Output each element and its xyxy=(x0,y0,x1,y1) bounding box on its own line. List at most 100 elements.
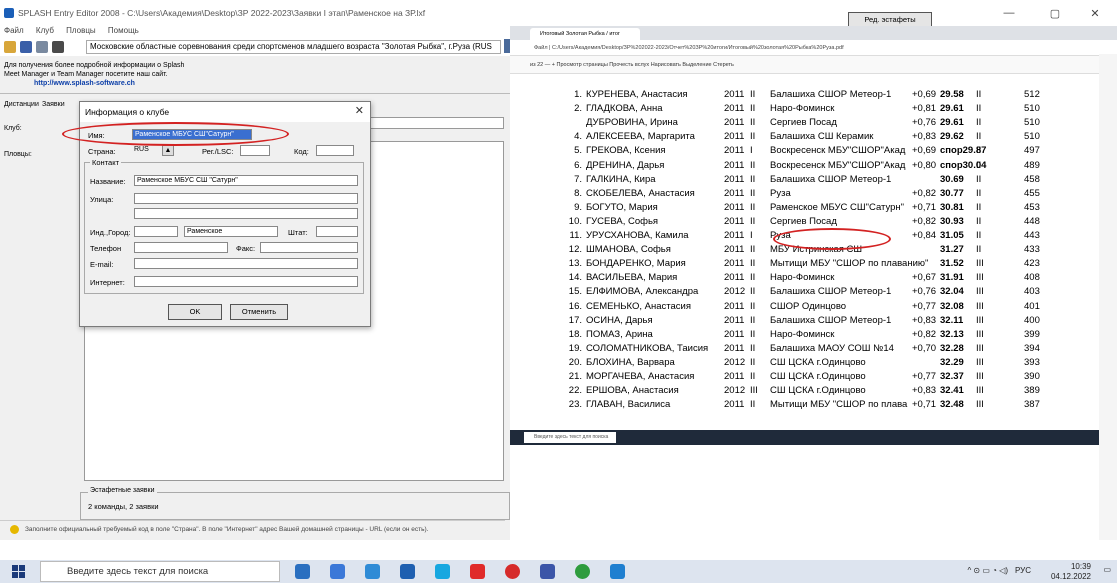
street-field-2[interactable] xyxy=(134,208,358,219)
result-club: Балашиха СШОР Метеор-1 xyxy=(770,314,892,326)
code-field[interactable] xyxy=(316,145,354,156)
result-year: 2011 xyxy=(724,117,745,129)
city-field[interactable]: Раменское xyxy=(184,226,278,237)
menu-club[interactable]: Клуб xyxy=(36,26,54,35)
result-club: Сергиев Посад xyxy=(770,117,837,129)
explorer-icon[interactable] xyxy=(330,564,345,579)
result-pts: 433 xyxy=(1024,244,1040,256)
cancel-button[interactable]: Отменить xyxy=(230,304,288,320)
dialog-close-icon[interactable]: ✕ xyxy=(355,104,364,117)
email-field[interactable] xyxy=(134,258,358,269)
street-field[interactable] xyxy=(134,193,358,204)
chrome-icon[interactable] xyxy=(575,564,590,579)
result-q: III xyxy=(976,328,984,340)
result-rank: II xyxy=(750,117,756,129)
result-club: Наро-Фоминск xyxy=(770,103,835,115)
result-rank: II xyxy=(750,244,756,256)
store-icon[interactable] xyxy=(400,564,415,579)
result-n: 22. xyxy=(568,385,582,397)
result-pts: 458 xyxy=(1024,173,1040,185)
result-rank: II xyxy=(750,328,756,340)
result-time: 32.48 xyxy=(940,399,964,411)
menu-help[interactable]: Помощь xyxy=(108,26,139,35)
task-view-icon[interactable] xyxy=(295,564,310,579)
result-club: Балашиха СШОР Метеор-1 xyxy=(770,286,892,298)
result-club: Наро-Фоминск xyxy=(770,272,835,284)
result-year: 2011 xyxy=(724,215,745,227)
result-club: Балашиха СШОР Метеор-1 xyxy=(770,173,892,185)
browser-tab[interactable]: Итоговый Золотая Рыбка / итог xyxy=(530,28,640,40)
mail-icon[interactable] xyxy=(435,564,450,579)
splash-icon[interactable] xyxy=(610,564,625,579)
result-rank: III xyxy=(750,385,758,397)
result-n: 9. xyxy=(574,201,582,213)
result-pts: 387 xyxy=(1024,399,1040,411)
clock[interactable]: 10:39 04.12.2022 xyxy=(1051,562,1091,582)
result-n: 17. xyxy=(568,314,582,326)
swimmers-label: Пловцы: xyxy=(4,151,32,158)
result-name: ГУСЕВА, Софья xyxy=(586,215,659,227)
ok-button[interactable]: OK xyxy=(168,304,222,320)
result-name: ГЛАВАН, Василиса xyxy=(586,399,671,411)
state-field[interactable] xyxy=(316,226,358,237)
meet-select[interactable]: Московские областные соревнования среди … xyxy=(86,40,501,54)
result-row: 14. ВАСИЛЬЕВА, Мария 2011 II Наро-Фоминск +0,… xyxy=(552,271,1092,284)
notification-icon[interactable]: ▭ xyxy=(1103,565,1111,574)
result-club: Мытищи МБУ "СШОР по плаванию" xyxy=(770,258,929,270)
yandex-icon[interactable] xyxy=(470,564,485,579)
result-time: 29.62 xyxy=(940,131,964,143)
result-q: II xyxy=(976,103,982,115)
result-pts: 393 xyxy=(1024,356,1040,368)
result-year: 2011 xyxy=(724,244,745,256)
close-button[interactable]: ✕ xyxy=(1072,0,1117,26)
result-year: 2011 xyxy=(724,300,745,312)
menu-file[interactable]: Файл xyxy=(4,26,24,35)
edge-icon[interactable] xyxy=(365,564,380,579)
edit-icon[interactable] xyxy=(36,41,48,53)
zip-field[interactable] xyxy=(134,226,178,237)
start-icon[interactable] xyxy=(12,565,25,578)
phone-field[interactable] xyxy=(134,242,228,253)
result-rank: II xyxy=(750,399,756,411)
result-time: 30.93 xyxy=(940,215,964,227)
contact-name-field[interactable]: Раменское МБУС СШ "Сатурн" xyxy=(134,175,358,186)
save-icon[interactable] xyxy=(20,41,32,53)
tray-icons[interactable]: ^ ⊙ ▭ ◔ ◁) xyxy=(967,566,1008,575)
country-field[interactable]: RUS xyxy=(132,145,158,156)
result-rank: II xyxy=(750,89,756,100)
result-rank: II xyxy=(750,131,756,143)
result-row: 20. БЛОХИНА, Варвара 2012 II СШ ЦСКА г.Одинц… xyxy=(552,356,1092,369)
minimize-button[interactable]: — xyxy=(986,0,1032,26)
result-n: 1. xyxy=(574,89,582,100)
country-picker-icon[interactable]: ▲ xyxy=(162,145,174,156)
address-bar[interactable]: Файл | C:/Users/Академия/Desktop/ЗР%2020… xyxy=(510,40,1117,56)
result-time: 32.11 xyxy=(940,314,964,326)
result-time: 30.69 xyxy=(940,173,964,185)
result-pts: 512 xyxy=(1024,89,1040,100)
result-name: ГАЛКИНА, Кира xyxy=(586,173,656,185)
language-indicator[interactable]: РУС xyxy=(1015,566,1031,575)
result-name: БЛОХИНА, Варвара xyxy=(586,356,675,368)
word-icon[interactable] xyxy=(540,564,555,579)
result-q: III xyxy=(976,286,984,298)
open-folder-icon[interactable] xyxy=(4,41,16,53)
fax-field[interactable] xyxy=(260,242,358,253)
internet-field[interactable] xyxy=(134,276,358,287)
tab-entries[interactable]: Заявки xyxy=(42,101,65,108)
result-year: 2011 xyxy=(724,201,745,213)
result-rt: +0,83 xyxy=(912,314,937,326)
taskbar-search[interactable]: Введите здесь текст для поиска xyxy=(40,561,280,582)
clock-date: 04.12.2022 xyxy=(1050,572,1091,581)
result-pts: 394 xyxy=(1024,342,1040,354)
yandex-browser-icon[interactable] xyxy=(505,564,520,579)
result-club: СШ ЦСКА г.Одинцово xyxy=(770,385,866,397)
result-pts: 403 xyxy=(1024,286,1040,298)
print-icon[interactable] xyxy=(52,41,64,53)
result-rank: II xyxy=(750,201,756,213)
tab-distances[interactable]: Дистанции xyxy=(4,101,39,108)
menu-swimmers[interactable]: Пловцы xyxy=(66,26,96,35)
website-link[interactable]: http://www.splash-software.ch xyxy=(34,79,184,88)
result-q: III xyxy=(976,272,984,284)
result-rt: +0,77 xyxy=(912,300,937,312)
reg-field[interactable] xyxy=(240,145,270,156)
